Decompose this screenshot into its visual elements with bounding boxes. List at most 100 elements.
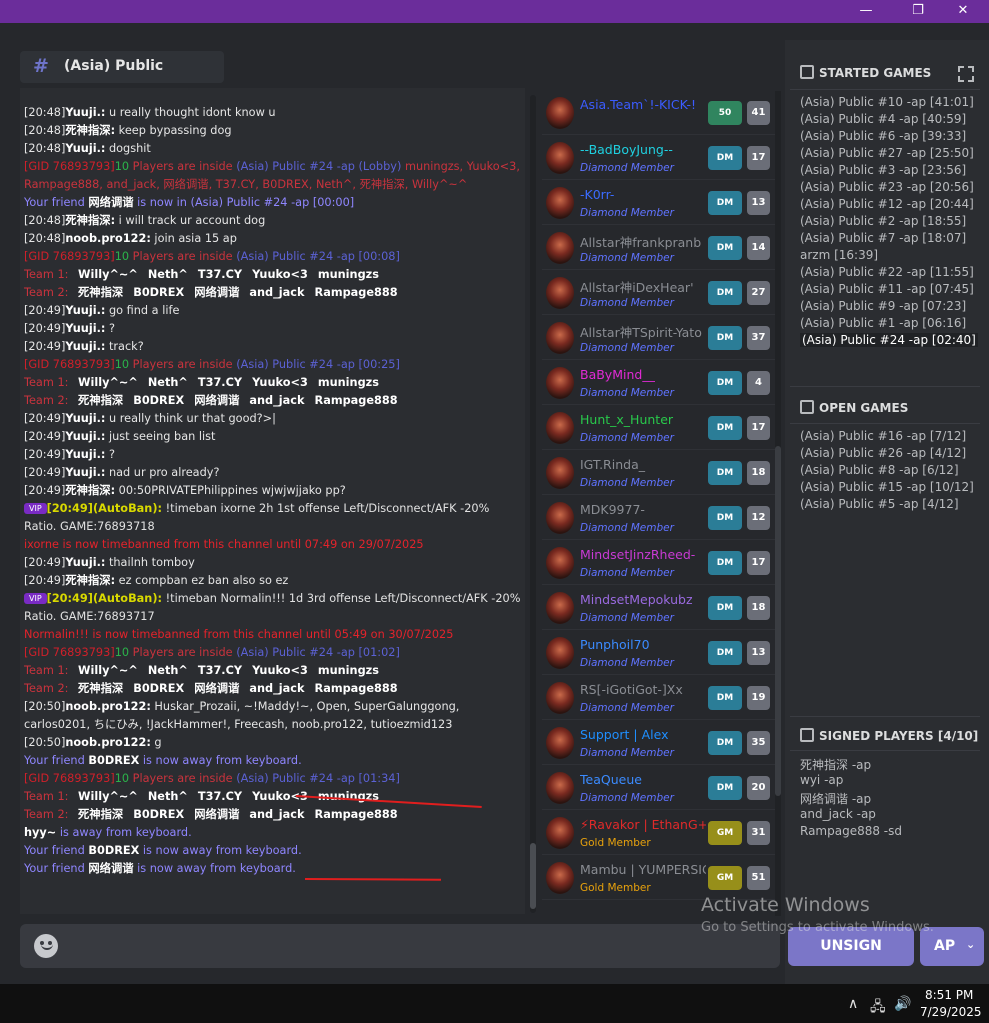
open-item[interactable]: (Asia) Public #8 -ap [6/12] bbox=[800, 463, 959, 477]
team-player[interactable]: 死神指深 bbox=[78, 808, 123, 821]
started-item[interactable]: (Asia) Public #11 -ap [07:45] bbox=[800, 282, 974, 296]
message-user[interactable]: (AutoBan): bbox=[93, 502, 162, 515]
minimize-button[interactable]: — bbox=[843, 0, 889, 23]
team-player[interactable]: Rampage888 bbox=[315, 682, 398, 695]
team-player[interactable]: 死神指深 bbox=[78, 682, 123, 695]
network-icon[interactable]: 🖧 bbox=[870, 996, 886, 1020]
open-item[interactable]: (Asia) Public #5 -ap [4/12] bbox=[800, 497, 959, 511]
away-user[interactable]: hyy~ bbox=[24, 826, 56, 839]
team-player[interactable]: 网络调谐 bbox=[194, 286, 239, 299]
team-player[interactable]: T37.CY bbox=[198, 268, 242, 281]
started-item[interactable]: (Asia) Public #27 -ap [25:50] bbox=[800, 146, 974, 160]
team-player[interactable]: and_jack bbox=[249, 808, 304, 821]
signed-item[interactable]: 死神指深 -ap bbox=[800, 756, 871, 773]
player-row[interactable]: Punphoil70 Diamond Member DM 13 bbox=[542, 631, 775, 675]
message-user[interactable]: Yuuji.: bbox=[65, 142, 105, 155]
team-player[interactable]: Neth^ bbox=[148, 376, 188, 389]
started-item[interactable]: (Asia) Public #10 -ap [41:01] bbox=[800, 95, 974, 109]
message-user[interactable]: Yuuji.: bbox=[65, 322, 105, 335]
expand-icon[interactable] bbox=[958, 66, 974, 82]
team-player[interactable]: Willy^~^ bbox=[78, 664, 138, 677]
team-player[interactable]: T37.CY bbox=[198, 790, 242, 803]
player-row[interactable]: MindsetMepokubz Diamond Member DM 18 bbox=[542, 586, 775, 630]
signed-item[interactable]: wyi -ap bbox=[800, 773, 843, 787]
started-item[interactable]: (Asia) Public #12 -ap [20:44] bbox=[800, 197, 974, 211]
maximize-button[interactable]: ❐ bbox=[895, 0, 941, 23]
friend-name[interactable]: B0DREX bbox=[88, 754, 139, 767]
team-player[interactable]: Willy^~^ bbox=[78, 790, 138, 803]
friend-name[interactable]: B0DREX bbox=[88, 844, 139, 857]
message-input[interactable] bbox=[20, 924, 780, 968]
player-row[interactable]: BaByMind__ Diamond Member DM 4 bbox=[542, 361, 775, 405]
team-player[interactable]: muningzs bbox=[318, 664, 379, 677]
friend-name[interactable]: 网络调谐 bbox=[88, 196, 133, 209]
game-link[interactable]: (Asia) Public #24 -ap [01:02] bbox=[236, 646, 400, 659]
started-item[interactable]: (Asia) Public #6 -ap [39:33] bbox=[800, 129, 966, 143]
team-player[interactable]: muningzs bbox=[318, 268, 379, 281]
team-player[interactable]: Yuuko<3 bbox=[252, 376, 308, 389]
started-item[interactable]: arzm [16:39] bbox=[800, 248, 878, 262]
player-row[interactable]: --BadBoyJung-- Diamond Member DM 17 bbox=[542, 136, 775, 180]
close-button[interactable]: ✕ bbox=[940, 0, 986, 23]
team-player[interactable]: 网络调谐 bbox=[194, 394, 239, 407]
started-item[interactable]: (Asia) Public #7 -ap [18:07] bbox=[800, 231, 966, 245]
player-row[interactable]: Asia.Team`!-KICK-! 50 41 bbox=[542, 91, 775, 135]
started-item[interactable]: (Asia) Public #4 -ap [40:59] bbox=[800, 112, 966, 126]
player-list-scroll-thumb[interactable] bbox=[775, 446, 781, 796]
signed-item[interactable]: Rampage888 -sd bbox=[800, 824, 902, 838]
team-player[interactable]: Yuuko<3 bbox=[252, 664, 308, 677]
message-user[interactable]: 死神指深: bbox=[65, 484, 115, 497]
signed-item[interactable]: 网络调谐 -ap bbox=[800, 790, 871, 807]
team-player[interactable]: B0DREX bbox=[133, 394, 184, 407]
friend-name[interactable]: 网络调谐 bbox=[88, 862, 133, 875]
signed-item[interactable]: and_jack -ap bbox=[800, 807, 876, 821]
message-user[interactable]: Yuuji.: bbox=[65, 340, 105, 353]
message-user[interactable]: 死神指深: bbox=[65, 214, 115, 227]
started-item[interactable]: (Asia) Public #2 -ap [18:55] bbox=[800, 214, 966, 228]
message-user[interactable]: Yuuji.: bbox=[65, 106, 105, 119]
open-item[interactable]: (Asia) Public #16 -ap [7/12] bbox=[800, 429, 966, 443]
player-row[interactable]: IGT.Rinda_ Diamond Member DM 18 bbox=[542, 451, 775, 495]
player-row[interactable]: ⚡Ravakor | EthanG+ Gold Member GM 31 bbox=[542, 811, 775, 855]
player-row[interactable]: Allstar神iDexHear' Diamond Member DM 27 bbox=[542, 271, 775, 315]
player-row[interactable]: -K0rr- Diamond Member DM 13 bbox=[542, 181, 775, 225]
team-player[interactable]: B0DREX bbox=[133, 808, 184, 821]
message-user[interactable]: noob.pro122: bbox=[65, 700, 150, 713]
message-user[interactable]: noob.pro122: bbox=[65, 232, 150, 245]
message-scrollbar[interactable] bbox=[530, 95, 536, 913]
player-row[interactable]: Allstar神frankpranb Diamond Member DM 14 bbox=[542, 226, 775, 270]
message-user[interactable]: Yuuji.: bbox=[65, 556, 105, 569]
message-user[interactable]: 死神指深: bbox=[65, 574, 115, 587]
team-player[interactable]: and_jack bbox=[249, 394, 304, 407]
started-item[interactable]: (Asia) Public #23 -ap [20:56] bbox=[800, 180, 974, 194]
message-user[interactable]: Yuuji.: bbox=[65, 448, 105, 461]
game-link[interactable]: (Asia) Public #24 -ap [00:08] bbox=[236, 250, 400, 263]
team-player[interactable]: 网络调谐 bbox=[194, 682, 239, 695]
team-player[interactable]: Rampage888 bbox=[315, 808, 398, 821]
team-player[interactable]: and_jack bbox=[249, 286, 304, 299]
started-item[interactable]: (Asia) Public #24 -ap [02:40] bbox=[800, 333, 978, 347]
team-player[interactable]: Willy^~^ bbox=[78, 268, 138, 281]
team-player[interactable]: T37.CY bbox=[198, 376, 242, 389]
message-user[interactable]: 死神指深: bbox=[65, 124, 115, 137]
started-item[interactable]: (Asia) Public #1 -ap [06:16] bbox=[800, 316, 966, 330]
player-list-scrollbar[interactable] bbox=[775, 91, 781, 916]
player-row[interactable]: Allstar神TSpirit-Yato Diamond Member DM 37 bbox=[542, 316, 775, 360]
player-row[interactable]: RS[-iGotiGot-]Xx Diamond Member DM 19 bbox=[542, 676, 775, 720]
message-user[interactable]: (AutoBan): bbox=[93, 592, 162, 605]
player-row[interactable]: Hunt_x_Hunter Diamond Member DM 17 bbox=[542, 406, 775, 450]
team-player[interactable]: and_jack bbox=[249, 682, 304, 695]
player-row[interactable]: Support | Alex Diamond Member DM 35 bbox=[542, 721, 775, 765]
team-player[interactable]: Willy^~^ bbox=[78, 376, 138, 389]
game-link[interactable]: (Asia) Public #24 -ap (Lobby) bbox=[236, 160, 401, 173]
message-user[interactable]: Yuuji.: bbox=[65, 466, 105, 479]
game-link[interactable]: (Asia) Public #24 -ap [00:25] bbox=[236, 358, 400, 371]
message-user[interactable]: Yuuji.: bbox=[65, 430, 105, 443]
game-link[interactable]: (Asia) Public #24 -ap [01:34] bbox=[236, 772, 400, 785]
team-player[interactable]: Neth^ bbox=[148, 268, 188, 281]
clock-time[interactable]: 8:51 PM bbox=[925, 988, 973, 1002]
clock-date[interactable]: 7/29/2025 bbox=[920, 1005, 982, 1019]
open-item[interactable]: (Asia) Public #26 -ap [4/12] bbox=[800, 446, 966, 460]
player-row[interactable]: TeaQueue Diamond Member DM 20 bbox=[542, 766, 775, 810]
started-item[interactable]: (Asia) Public #22 -ap [11:55] bbox=[800, 265, 974, 279]
